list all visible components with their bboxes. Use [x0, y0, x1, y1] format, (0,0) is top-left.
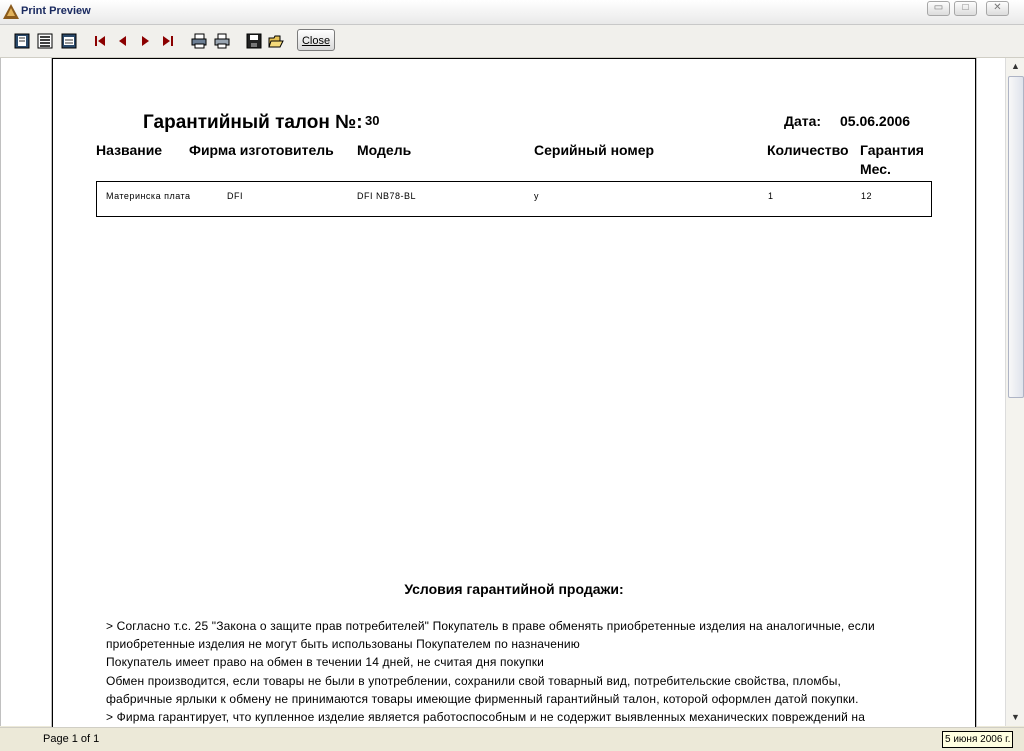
terms-line: Покупатель имеет право на обмен в течени… [106, 655, 545, 669]
vertical-scrollbar[interactable]: ▲ ▼ [1005, 58, 1024, 726]
terms-line: фабричные ярлыки к обмену не принимаются… [106, 692, 859, 706]
minimize-button[interactable]: ▭ [927, 1, 950, 16]
scrollbar-thumb[interactable] [1008, 76, 1024, 398]
column-header-model: Модель [357, 142, 412, 158]
cell-quantity: 1 [768, 191, 774, 201]
printer-setup-icon[interactable] [191, 33, 207, 49]
cell-manufacturer: DFI [227, 191, 243, 201]
last-page-icon[interactable] [160, 33, 176, 49]
first-page-icon[interactable] [92, 33, 108, 49]
date-value: 05.06.2006 [840, 113, 911, 129]
title-bar: Print Preview ▭ □ ✕ [0, 0, 1024, 25]
column-header-name: Название [96, 142, 163, 158]
toolbar: Close [0, 25, 1024, 58]
table-row [96, 181, 932, 217]
previous-page-icon[interactable] [115, 33, 131, 49]
column-header-quantity: Количество [767, 142, 849, 158]
cell-name: Материнска плата [106, 191, 191, 201]
page-info: Page 1 of 1 [43, 733, 100, 745]
scroll-down-icon[interactable]: ▼ [1008, 710, 1023, 725]
one-page-icon[interactable] [14, 33, 30, 49]
cell-model: DFI NB78-BL [357, 191, 417, 201]
close-button[interactable]: Close [297, 29, 335, 51]
terms-line: > Фирма гарантирует, что купленное издел… [106, 710, 866, 724]
multi-page-icon[interactable] [61, 33, 77, 49]
cell-serial: у [534, 191, 539, 201]
next-page-icon[interactable] [137, 33, 153, 49]
window-title: Print Preview [21, 5, 91, 17]
open-icon[interactable] [268, 33, 284, 49]
column-header-serial: Серийный номер [534, 142, 655, 158]
document-number: 30 [365, 113, 380, 128]
app-logo-icon [3, 4, 19, 19]
preview-area[interactable]: Гарантийный талон №: 30 Дата: 05.06.2006… [0, 58, 1006, 728]
save-icon[interactable] [246, 33, 262, 49]
terms-line: Обмен производится, если товары не были … [106, 674, 841, 688]
page-width-icon[interactable] [37, 33, 53, 49]
report-page: Гарантийный талон №: 30 Дата: 05.06.2006… [52, 58, 976, 728]
close-button-label: Close [301, 35, 331, 47]
cell-warranty: 12 [861, 191, 873, 201]
terms-line: приобретенные изделия не могут быть испо… [106, 637, 580, 651]
terms-line: > Согласно т.с. 25 "Закона о защите прав… [106, 619, 875, 633]
scroll-up-icon[interactable]: ▲ [1008, 59, 1023, 74]
terms-title: Условия гарантийной продажи: [404, 581, 624, 597]
document-title: Гарантийный талон №: [143, 112, 363, 133]
column-header-warranty: Гарантия Мес. [860, 142, 924, 177]
print-icon[interactable] [214, 33, 230, 49]
window-close-button[interactable]: ✕ [986, 1, 1009, 16]
clock: 5 июня 2006 г. [942, 731, 1014, 748]
column-header-manufacturer: Фирма изготовитель [189, 142, 334, 158]
date-label: Дата: [784, 113, 822, 129]
maximize-button[interactable]: □ [954, 1, 977, 16]
status-bar: Page 1 of 1 5 июня 2006 г. [0, 727, 1024, 751]
